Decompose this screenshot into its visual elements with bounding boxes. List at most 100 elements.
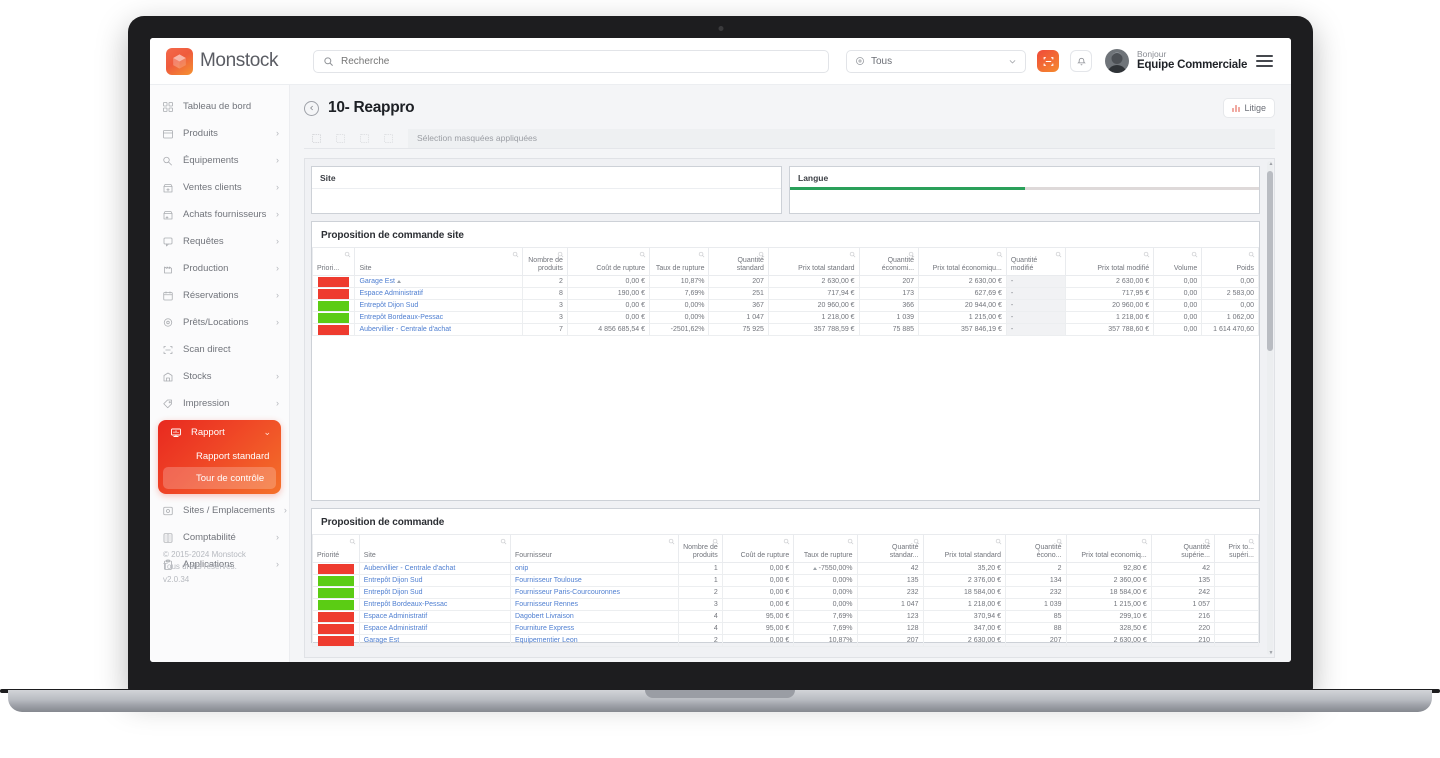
column-header[interactable]: Quantité standar...: [856, 534, 924, 563]
search-icon[interactable]: [996, 251, 1003, 258]
table-row[interactable]: Entrepôt Bordeaux-Pessac 3 0,00 €0,00% 1 04…: [312, 311, 1259, 324]
column-header[interactable]: Prix to... supéri...: [1214, 534, 1259, 563]
table-row[interactable]: Espace Administratif Dagobert Livraison 4 9…: [312, 610, 1259, 623]
sidebar-item-achats-fournisseurs[interactable]: Achats fournisseurs ›: [150, 201, 289, 228]
search-icon[interactable]: [783, 538, 790, 545]
search-icon[interactable]: [1248, 538, 1255, 545]
search-icon[interactable]: [1191, 251, 1198, 258]
column-header[interactable]: Prix total standard: [767, 247, 860, 276]
scroll-down-arrow-icon[interactable]: ▼: [1268, 649, 1274, 656]
scrollbar-thumb[interactable]: [1267, 171, 1273, 351]
sidebar-item-pr-ts-locations[interactable]: Prêts/Locations ›: [150, 309, 289, 336]
search-icon[interactable]: [913, 538, 920, 545]
column-header[interactable]: Site: [354, 247, 523, 276]
undo-selection-icon[interactable]: [328, 130, 352, 147]
column-header[interactable]: Prix total standard: [922, 534, 1006, 563]
scan-qr-button[interactable]: [1037, 50, 1059, 72]
column-header[interactable]: Quantité économi...: [858, 247, 920, 276]
table-proposition-commande[interactable]: Priorité Site Fournisseur Nombre de produit…: [312, 534, 1259, 647]
sidebar-item-sites-emplacements[interactable]: Sites / Emplacements ›: [150, 497, 289, 524]
column-header[interactable]: Site: [358, 534, 512, 563]
scroll-up-arrow-icon[interactable]: ▲: [1268, 160, 1274, 167]
sidebar-item-produits[interactable]: Produits ›: [150, 120, 289, 147]
table-row[interactable]: Aubervillier - Centrale d'achat onip 1 0,00…: [312, 562, 1259, 575]
search-icon[interactable]: [908, 251, 915, 258]
sidebar-item-ventes-clients[interactable]: Ventes clients ›: [150, 174, 289, 201]
sidebar-item-r-servations[interactable]: Réservations ›: [150, 282, 289, 309]
search-icon[interactable]: [1055, 251, 1062, 258]
search-icon[interactable]: [758, 251, 765, 258]
search-icon[interactable]: [1056, 538, 1063, 545]
column-header[interactable]: Quantité écono...: [1005, 534, 1067, 563]
table-row[interactable]: Espace Administratif 8 190,00 €7,69% 251 717…: [312, 287, 1259, 300]
sidebar-item-scan-direct[interactable]: Scan direct: [150, 336, 289, 363]
sidebar-item-tableau-de-bord[interactable]: Tableau de bord: [150, 93, 289, 120]
search-box[interactable]: [313, 49, 829, 73]
table-row[interactable]: Entrepôt Bordeaux-Pessac Fournisseur Renn…: [312, 598, 1259, 611]
column-header[interactable]: Taux de rupture: [649, 247, 710, 276]
widget-site[interactable]: Site: [311, 166, 782, 214]
sidebar-item-quipements[interactable]: Équipements ›: [150, 147, 289, 174]
column-header[interactable]: Coût de rupture: [566, 247, 651, 276]
column-header[interactable]: Prix total economiq...: [1065, 534, 1152, 563]
sidebar-item-impression[interactable]: Impression ›: [150, 390, 289, 417]
table-row[interactable]: Entrepôt Dijon Sud 3 0,00 €0,00% 367 20 960,…: [312, 299, 1259, 312]
sidebar-item-requ-tes[interactable]: Requêtes ›: [150, 228, 289, 255]
search-input[interactable]: [341, 55, 819, 67]
sidebar-subitem-rapport-standard[interactable]: Rapport standard: [163, 445, 276, 467]
settings-selection-icon[interactable]: [376, 130, 400, 147]
column-header[interactable]: Nombre de produits: [521, 247, 568, 276]
column-header[interactable]: Quantité supérie...: [1150, 534, 1216, 563]
table-row[interactable]: Aubervillier - Centrale d'achat 7 4 856 68…: [312, 323, 1259, 336]
canvas-scrollbar[interactable]: [1267, 161, 1273, 655]
search-icon[interactable]: [1204, 538, 1211, 545]
select-region-icon[interactable]: [304, 130, 328, 147]
column-header[interactable]: Fournisseur: [510, 534, 679, 563]
search-icon[interactable]: [1141, 538, 1148, 545]
sidebar-subitem-tour-de-contr-le[interactable]: Tour de contrôle: [163, 467, 276, 489]
table-row[interactable]: Entrepôt Dijon Sud Fournisseur Paris-Cour…: [312, 586, 1259, 599]
column-header[interactable]: Quantité modifié: [1005, 247, 1067, 276]
hamburger-menu-icon[interactable]: [1256, 55, 1273, 67]
table-row[interactable]: Garage Est Equipementier Leon 2 0,00 €10,87…: [312, 634, 1259, 647]
search-icon[interactable]: [500, 538, 507, 545]
notifications-button[interactable]: [1070, 50, 1092, 72]
search-icon[interactable]: [668, 538, 675, 545]
search-icon[interactable]: [847, 538, 854, 545]
column-header[interactable]: Nombre de produits: [677, 534, 723, 563]
column-header[interactable]: Priori...: [312, 247, 356, 276]
brand-logo-area[interactable]: Monstock: [166, 47, 306, 75]
search-icon[interactable]: [698, 251, 705, 258]
search-icon[interactable]: [639, 251, 646, 258]
search-icon[interactable]: [349, 538, 356, 545]
search-icon[interactable]: [557, 251, 564, 258]
sidebar-group-rapport[interactable]: Rapport ⌄ Rapport standard Tour de contrô…: [158, 420, 281, 494]
column-header[interactable]: Prix total modifié: [1065, 247, 1155, 276]
table-proposition-commande-site[interactable]: Priori... Site Nombre de produits Coût de r…: [312, 247, 1259, 336]
avatar[interactable]: [1105, 49, 1129, 73]
sidebar-item-production[interactable]: Production ›: [150, 255, 289, 282]
sidebar-item-rapport[interactable]: Rapport ⌄: [158, 420, 281, 445]
sidebar-item-comptabilit[interactable]: Comptabilité ›: [150, 524, 289, 551]
table-row[interactable]: Espace Administratif Fourniture Express 4 9…: [312, 622, 1259, 635]
litige-button[interactable]: Litige: [1223, 98, 1275, 118]
column-header[interactable]: Coût de rupture: [721, 534, 795, 563]
back-arrow-circle-icon[interactable]: [304, 100, 319, 116]
column-header[interactable]: Taux de rupture: [793, 534, 858, 563]
search-icon[interactable]: [512, 251, 519, 258]
search-icon[interactable]: [712, 538, 719, 545]
column-header[interactable]: Volume: [1153, 247, 1203, 276]
sidebar-item-stocks[interactable]: Stocks ›: [150, 363, 289, 390]
search-icon[interactable]: [1248, 251, 1255, 258]
widget-langue[interactable]: Langue: [789, 166, 1260, 214]
redo-selection-icon[interactable]: [352, 130, 376, 147]
site-filter-select[interactable]: Tous: [846, 49, 1026, 73]
search-icon[interactable]: [344, 251, 351, 258]
column-header[interactable]: Priorité: [312, 534, 360, 563]
column-header[interactable]: Quantité standard: [708, 247, 769, 276]
column-header[interactable]: Poids: [1201, 247, 1259, 276]
search-icon[interactable]: [849, 251, 856, 258]
table-row[interactable]: Entrepôt Dijon Sud Fournisseur Toulouse 1 0…: [312, 574, 1259, 587]
table-row[interactable]: Garage Est 2 0,00 €10,87% 207 2 630,00 €207…: [312, 275, 1259, 288]
search-icon[interactable]: [1143, 251, 1150, 258]
